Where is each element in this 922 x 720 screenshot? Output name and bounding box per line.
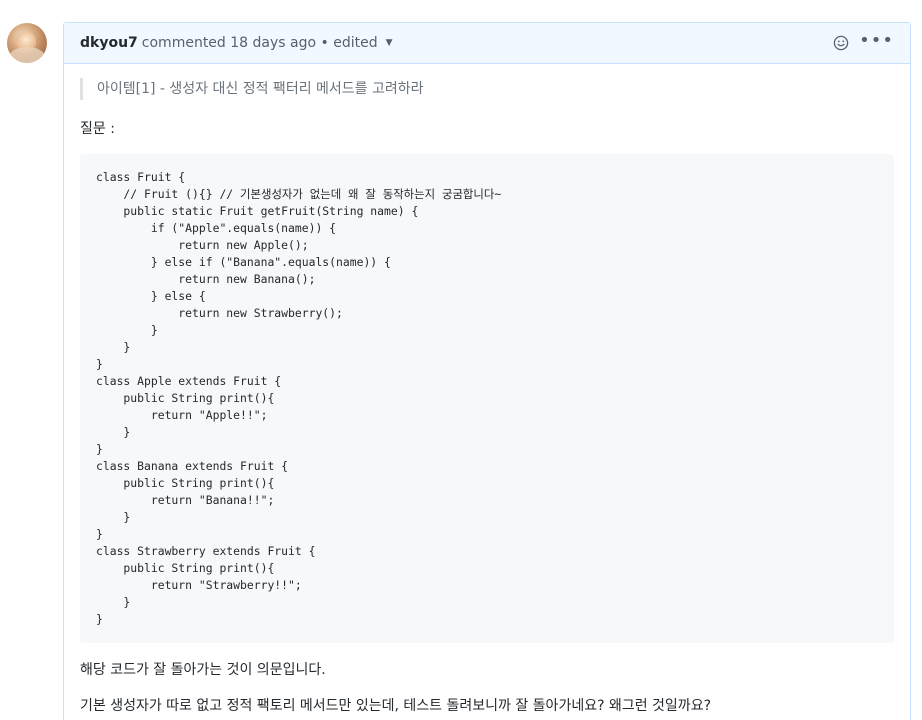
code-block: class Fruit { // Fruit (){} // 기본생성자가 없는… xyxy=(80,154,894,643)
comment-body: 아이템[1] - 생성자 대신 정적 팩터리 메서드를 고려하라 질문 : cl… xyxy=(64,64,910,717)
header-actions: ••• xyxy=(833,32,894,54)
paragraph-1: 해당 코드가 잘 돌아가는 것이 의문입니다. xyxy=(80,662,326,678)
blockquote: 아이템[1] - 생성자 대신 정적 팩터리 메서드를 고려하라 xyxy=(80,78,894,100)
comment-card: dkyou7 commented 18 days ago • edited ▼ … xyxy=(63,22,911,720)
author-link[interactable]: dkyou7 xyxy=(80,35,138,51)
paragraph-2: 기본 생성자가 따로 없고 정적 팩토리 메서드만 있는데, 테스트 돌려보니까… xyxy=(80,698,712,714)
kebab-icon[interactable]: ••• xyxy=(859,32,894,54)
comment-header: dkyou7 commented 18 days ago • edited ▼ … xyxy=(64,23,910,64)
question-label: 질문 : xyxy=(80,121,115,137)
caret-down-icon[interactable]: ▼ xyxy=(386,38,393,48)
page: dkyou7 commented 18 days ago • edited ▼ … xyxy=(0,0,922,720)
smiley-icon[interactable] xyxy=(833,35,849,51)
avatar[interactable] xyxy=(7,23,47,63)
comment-meta[interactable]: commented 18 days ago • edited xyxy=(142,35,378,51)
